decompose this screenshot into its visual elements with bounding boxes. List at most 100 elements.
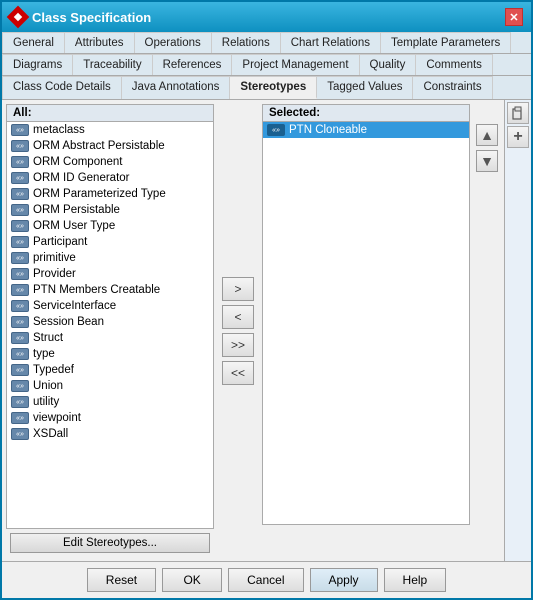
move-right-button[interactable]: > xyxy=(222,277,254,301)
tab-operations[interactable]: Operations xyxy=(135,32,212,53)
list-item[interactable]: «» ORM Component xyxy=(7,154,213,170)
window-title: Class Specification xyxy=(32,10,151,25)
list-item[interactable]: «» ServiceInterface xyxy=(7,298,213,314)
selected-panel: Selected: «» PTN Cloneable xyxy=(262,104,470,525)
all-panel-container: All: «» metaclass «» ORM Abstract Persis… xyxy=(6,104,214,557)
item-label: viewpoint xyxy=(33,412,81,424)
item-label: XSDall xyxy=(33,428,68,440)
tab-tagged-values[interactable]: Tagged Values xyxy=(317,76,413,99)
all-panel: All: «» metaclass «» ORM Abstract Persis… xyxy=(6,104,214,529)
item-label: ORM Parameterized Type xyxy=(33,188,166,200)
item-icon: «» xyxy=(11,364,29,376)
main-content: All: «» metaclass «» ORM Abstract Persis… xyxy=(2,100,531,561)
list-item[interactable]: «» Provider xyxy=(7,266,213,282)
move-all-left-button[interactable]: << xyxy=(222,361,254,385)
item-icon: «» xyxy=(11,236,29,248)
list-item[interactable]: «» ORM Parameterized Type xyxy=(7,186,213,202)
tab-chart-relations[interactable]: Chart Relations xyxy=(281,32,381,53)
edit-stereotypes-button[interactable]: Edit Stereotypes... xyxy=(10,533,210,553)
apply-button[interactable]: Apply xyxy=(310,568,378,592)
item-label: Provider xyxy=(33,268,76,280)
selected-panel-label: Selected: xyxy=(263,105,469,122)
toolbar-paste-button[interactable] xyxy=(507,102,529,124)
item-icon: «» xyxy=(11,332,29,344)
list-item[interactable]: «» Struct xyxy=(7,330,213,346)
tab-template-parameters[interactable]: Template Parameters xyxy=(381,32,511,53)
list-item[interactable]: «» primitive xyxy=(7,250,213,266)
item-icon: «» xyxy=(11,412,29,424)
item-icon: «» xyxy=(11,316,29,328)
toolbar-add-button[interactable]: + xyxy=(507,126,529,148)
tab-traceability[interactable]: Traceability xyxy=(73,54,152,75)
tabs-row-1: General Attributes Operations Relations … xyxy=(2,32,531,54)
tab-diagrams[interactable]: Diagrams xyxy=(2,54,73,75)
list-item[interactable]: «» ORM Abstract Persistable xyxy=(7,138,213,154)
cancel-button[interactable]: Cancel xyxy=(228,568,303,592)
item-icon: «» xyxy=(11,380,29,392)
list-item[interactable]: «» Union xyxy=(7,378,213,394)
list-item[interactable]: «» Participant xyxy=(7,234,213,250)
lists-row: All: «» metaclass «» ORM Abstract Persis… xyxy=(6,104,500,557)
selected-list-item[interactable]: «» PTN Cloneable xyxy=(263,122,469,138)
item-label: ORM User Type xyxy=(33,220,115,232)
add-icon: + xyxy=(513,128,522,146)
list-item[interactable]: «» XSDall xyxy=(7,426,213,442)
item-label: ORM Persistable xyxy=(33,204,120,216)
help-button[interactable]: Help xyxy=(384,568,447,592)
all-list[interactable]: «» metaclass «» ORM Abstract Persistable… xyxy=(7,122,213,528)
tab-java-annotations[interactable]: Java Annotations xyxy=(122,76,231,99)
all-panel-label: All: xyxy=(7,105,213,122)
inner-content: All: «» metaclass «» ORM Abstract Persis… xyxy=(2,100,504,561)
move-all-right-button[interactable]: >> xyxy=(222,333,254,357)
move-up-button[interactable]: ▲ xyxy=(476,124,498,146)
toolbar-right: + xyxy=(504,100,531,561)
title-bar-left: Class Specification xyxy=(10,9,151,25)
list-item[interactable]: «» utility xyxy=(7,394,213,410)
tabs-row-2: Diagrams Traceability References Project… xyxy=(2,54,531,76)
tab-references[interactable]: References xyxy=(153,54,233,75)
item-label: PTN Members Creatable xyxy=(33,284,160,296)
tab-attributes[interactable]: Attributes xyxy=(65,32,135,53)
item-label: ORM Component xyxy=(33,156,122,168)
tab-quality[interactable]: Quality xyxy=(360,54,417,75)
tab-relations[interactable]: Relations xyxy=(212,32,281,53)
list-item[interactable]: «» Typedef xyxy=(7,362,213,378)
item-label: Session Bean xyxy=(33,316,104,328)
tab-constraints[interactable]: Constraints xyxy=(413,76,492,99)
ok-button[interactable]: OK xyxy=(162,568,222,592)
item-label: Struct xyxy=(33,332,63,344)
tab-class-code-details[interactable]: Class Code Details xyxy=(2,76,122,99)
item-label: Typedef xyxy=(33,364,74,376)
list-item[interactable]: «» ORM User Type xyxy=(7,218,213,234)
move-left-button[interactable]: < xyxy=(222,305,254,329)
item-label: primitive xyxy=(33,252,76,264)
move-down-button[interactable]: ▼ xyxy=(476,150,498,172)
list-item[interactable]: «» Session Bean xyxy=(7,314,213,330)
bottom-bar: Reset OK Cancel Apply Help xyxy=(2,561,531,598)
list-item[interactable]: «» ORM ID Generator xyxy=(7,170,213,186)
middle-buttons: > < >> << xyxy=(218,104,258,557)
title-bar: Class Specification ✕ xyxy=(2,2,531,32)
list-item[interactable]: «» ORM Persistable xyxy=(7,202,213,218)
selected-panel-container: Selected: «» PTN Cloneable xyxy=(262,104,470,557)
tab-general[interactable]: General xyxy=(2,32,65,53)
tab-comments[interactable]: Comments xyxy=(416,54,493,75)
list-item[interactable]: «» viewpoint xyxy=(7,410,213,426)
item-icon: «» xyxy=(11,124,29,136)
close-button[interactable]: ✕ xyxy=(505,8,523,26)
tab-project-management[interactable]: Project Management xyxy=(232,54,359,75)
selected-list[interactable]: «» PTN Cloneable xyxy=(263,122,469,524)
item-label: Participant xyxy=(33,236,87,248)
list-item[interactable]: «» type xyxy=(7,346,213,362)
item-label: Union xyxy=(33,380,63,392)
item-label: ORM Abstract Persistable xyxy=(33,140,165,152)
item-label: metaclass xyxy=(33,124,85,136)
item-icon: «» xyxy=(11,172,29,184)
item-icon: «» xyxy=(11,156,29,168)
list-item[interactable]: «» PTN Members Creatable xyxy=(7,282,213,298)
app-icon xyxy=(7,6,30,29)
tab-stereotypes[interactable]: Stereotypes xyxy=(230,76,317,99)
item-label: ORM ID Generator xyxy=(33,172,130,184)
list-item[interactable]: «» metaclass xyxy=(7,122,213,138)
reset-button[interactable]: Reset xyxy=(87,568,156,592)
